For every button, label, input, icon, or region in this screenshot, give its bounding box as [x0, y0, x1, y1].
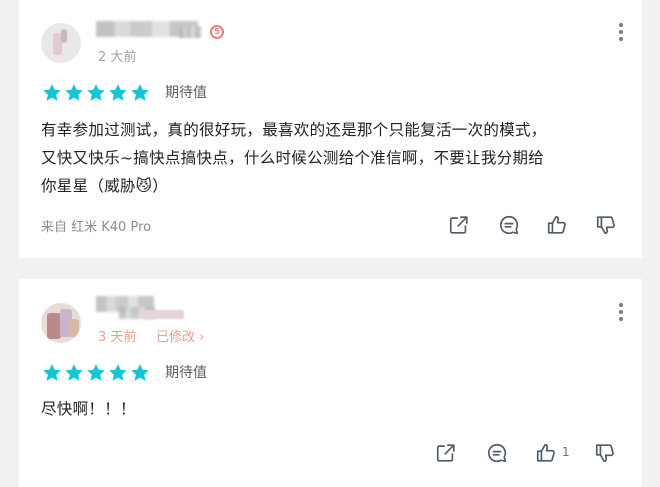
comment-icon[interactable]: [496, 212, 522, 238]
more-options-icon[interactable]: [611, 20, 631, 44]
like-count: 1: [562, 445, 570, 459]
star-icon: [131, 364, 149, 381]
share-icon[interactable]: [446, 212, 472, 238]
edited-link[interactable]: 已修改 ›: [156, 326, 204, 345]
more-options-icon[interactable]: [611, 300, 631, 324]
star-rating: [41, 82, 151, 104]
review-text: 尽快啊！！！: [41, 395, 631, 423]
avatar[interactable]: [41, 23, 81, 63]
thumbs-up-icon[interactable]: [533, 440, 559, 466]
share-icon[interactable]: [433, 440, 459, 466]
star-icon: [87, 364, 105, 381]
star-icon: [131, 84, 149, 101]
star-icon: [87, 84, 105, 101]
review-time: 2 大前: [98, 50, 137, 65]
username-blurred: [140, 310, 184, 319]
avatar[interactable]: [41, 303, 81, 343]
thumbs-up-icon[interactable]: [544, 212, 570, 238]
review-text-line: 尽快啊！！！: [41, 400, 136, 418]
review-text: 有幸参加过测试，真的很好玩，最喜欢的还是那个只能复活一次的模式， 又快又快乐~搞…: [41, 116, 631, 200]
level-badge: 5: [210, 25, 224, 39]
star-icon: [43, 84, 61, 101]
device-info: 来自 红米 K40 Pro: [41, 220, 152, 235]
star-icon: [109, 84, 127, 101]
comment-icon[interactable]: [484, 440, 510, 466]
review-text-line: 你星星（威胁😼）: [41, 177, 169, 195]
star-icon: [65, 364, 83, 381]
rating-label: 期待值: [165, 85, 207, 101]
rating-label: 期待值: [165, 365, 207, 381]
review-text-line: 又快又快乐~搞快点搞快点，什么时候公测给个准信啊，不要让我分期给: [41, 149, 545, 167]
review-time: 3 天前: [98, 330, 137, 345]
review-card: 5 2 大前 期待值 有幸参加过测试，真的很好玩，最喜欢的还是那个只能复活一次的…: [19, 0, 642, 258]
star-rating: [41, 362, 151, 384]
star-icon: [65, 84, 83, 101]
thumbs-down-icon[interactable]: [592, 440, 618, 466]
thumbs-down-icon[interactable]: [593, 212, 619, 238]
review-card: 3 天前 已修改 › 期待值 尽快啊！！！ 1: [19, 279, 642, 487]
username-blurred: [179, 26, 201, 38]
star-icon: [43, 364, 61, 381]
star-icon: [109, 364, 127, 381]
review-text-line: 有幸参加过测试，真的很好玩，最喜欢的还是那个只能复活一次的模式，: [41, 121, 547, 139]
